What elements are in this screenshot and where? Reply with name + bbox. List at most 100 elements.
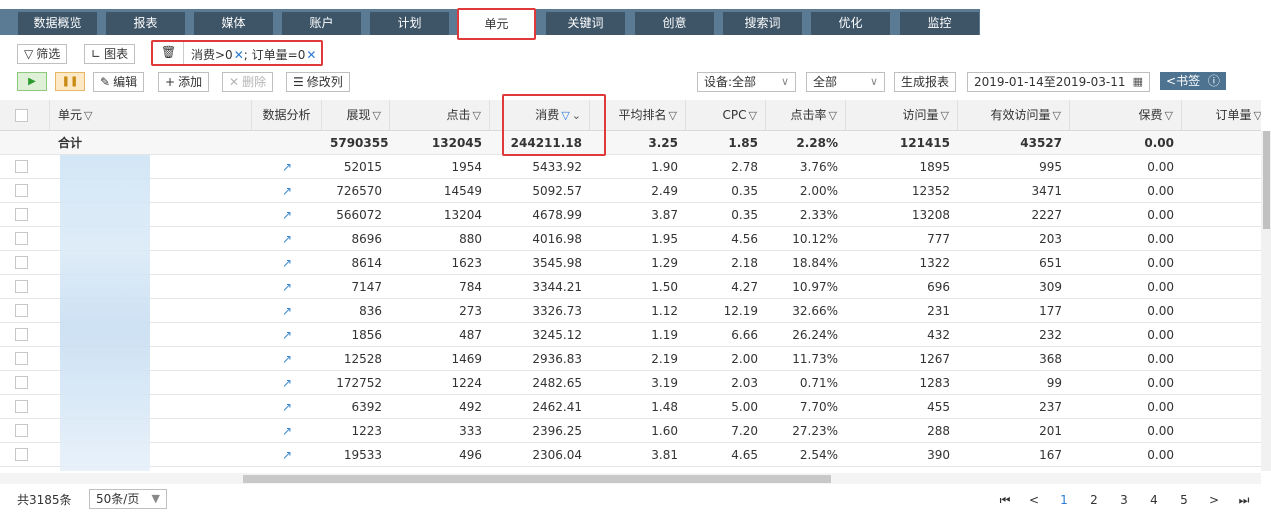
last-page-button[interactable]: ⏭ (1232, 491, 1256, 509)
tab-plan[interactable]: 计划 (370, 12, 449, 35)
trend-chart-icon[interactable]: ↗ (282, 208, 292, 222)
table-row[interactable]: ↗ 19533 496 2306.04 3.81 4.65 2.54% 390 167 0.00 (0, 443, 1261, 467)
row-checkbox[interactable] (15, 328, 28, 341)
pause-button[interactable]: ❚❚ (55, 72, 85, 91)
trend-chart-icon[interactable]: ↗ (282, 232, 292, 246)
table-row[interactable]: ↗ 52015 1954 5433.92 1.90 2.78 3.76% 1895 995 0.0… (0, 155, 1261, 179)
trend-chart-icon[interactable]: ↗ (282, 280, 292, 294)
trend-chart-icon[interactable]: ↗ (282, 448, 292, 462)
tab-media[interactable]: 媒体 (194, 12, 273, 35)
row-checkbox[interactable] (15, 160, 28, 173)
table-row[interactable]: ↗ 8614 1623 3545.98 1.29 2.18 18.84% 1322 651 0.0… (0, 251, 1261, 275)
next-page-button[interactable]: > (1202, 491, 1226, 509)
remove-filter-icon[interactable]: ✕ (306, 48, 316, 62)
vertical-scroll-thumb[interactable] (1263, 131, 1270, 229)
tab-creative[interactable]: 创意 (635, 12, 714, 35)
row-checkbox[interactable] (15, 184, 28, 197)
row-checkbox[interactable] (15, 208, 28, 221)
column-header-clicks[interactable]: 点击 ▽ (390, 100, 490, 130)
page-3[interactable]: 3 (1112, 491, 1136, 509)
table-row[interactable]: ↗ 726570 14549 5092.57 2.49 0.35 2.00% 12352 347… (0, 179, 1261, 203)
table-row[interactable]: ↗ 566072 13204 4678.99 3.87 0.35 2.33% 13208 222… (0, 203, 1261, 227)
column-filter-icon[interactable]: ▽ (561, 109, 569, 122)
column-header-valid-visits[interactable]: 有效访问量 ▽ (958, 100, 1070, 130)
prev-page-button[interactable]: < (1022, 491, 1046, 509)
trend-chart-icon[interactable]: ↗ (282, 184, 292, 198)
table-row[interactable]: ↗ 1223 333 2396.25 1.60 7.20 27.23% 288 201 0.00 (0, 419, 1261, 443)
column-filter-icon[interactable]: ▽ (829, 109, 837, 122)
trend-chart-icon[interactable]: ↗ (282, 400, 292, 414)
trend-chart-icon[interactable]: ↗ (282, 256, 292, 270)
tab-search-term[interactable]: 搜索词 (723, 12, 802, 35)
tab-optimize[interactable]: 优化 (811, 12, 890, 35)
table-row[interactable]: ↗ 7147 784 3344.21 1.50 4.27 10.97% 696 309 0.00 (0, 275, 1261, 299)
chart-button[interactable]: ∟ 图表 (84, 44, 136, 64)
column-filter-icon[interactable]: ▽ (1053, 109, 1061, 122)
table-row[interactable]: ↗ 6392 492 2462.41 1.48 5.00 7.70% 455 237 0.00 (0, 395, 1261, 419)
column-header-unit[interactable]: 单元 ▽ (50, 100, 252, 130)
tab-keyword[interactable]: 关键词 (546, 12, 625, 35)
row-checkbox[interactable] (15, 424, 28, 437)
edit-button[interactable]: ✎ 编辑 (93, 72, 145, 92)
column-filter-icon[interactable]: ▽ (1254, 109, 1261, 122)
date-range-picker[interactable]: 2019-01-14至2019-03-11 ▦ (967, 72, 1150, 92)
page-size-select[interactable]: 50条/页 ▼ (89, 489, 167, 509)
column-header-avg-rank[interactable]: 平均排名 ▽ (590, 100, 686, 130)
enable-button[interactable]: ▶ (17, 72, 47, 91)
trend-chart-icon[interactable]: ↗ (282, 160, 292, 174)
column-filter-icon[interactable]: ▽ (941, 109, 949, 122)
trend-chart-icon[interactable]: ↗ (282, 304, 292, 318)
row-checkbox[interactable] (15, 232, 28, 245)
trend-chart-icon[interactable]: ↗ (282, 424, 292, 438)
select-all-checkbox[interactable] (15, 109, 28, 122)
table-row[interactable]: ↗ 12528 1469 2936.83 2.19 2.00 11.73% 1267 368 0.… (0, 347, 1261, 371)
row-checkbox[interactable] (15, 448, 28, 461)
column-header-ctr[interactable]: 点击率 ▽ (766, 100, 846, 130)
column-header-visits[interactable]: 访问量 ▽ (846, 100, 958, 130)
column-header-orders[interactable]: 订单量▽ (1182, 100, 1261, 130)
delete-button[interactable]: ✕ 删除 (222, 72, 274, 92)
tab-report[interactable]: 报表 (106, 12, 185, 35)
device-select[interactable]: 设备:全部 ∨ (697, 72, 796, 92)
row-checkbox[interactable] (15, 256, 28, 269)
column-header-impressions[interactable]: 展现 ▽ (322, 100, 390, 130)
tab-overview[interactable]: 数据概览 (18, 12, 97, 35)
column-filter-icon[interactable]: ▽ (473, 109, 481, 122)
row-checkbox[interactable] (15, 304, 28, 317)
remove-filter-icon[interactable]: ✕ (234, 48, 244, 62)
tab-account[interactable]: 账户 (282, 12, 361, 35)
row-checkbox[interactable] (15, 352, 28, 365)
column-header-analysis[interactable]: 数据分析 (252, 100, 322, 130)
tab-unit[interactable]: 单元 (457, 8, 536, 40)
tab-monitor[interactable]: 监控 (900, 12, 979, 35)
scope-select[interactable]: 全部 ∨ (806, 72, 885, 92)
column-header-premium[interactable]: 保费 ▽ (1070, 100, 1182, 130)
trash-icon[interactable]: 🗑 (161, 45, 176, 59)
table-row[interactable]: ↗ 1856 487 3245.12 1.19 6.66 26.24% 432 232 0.00 (0, 323, 1261, 347)
trend-chart-icon[interactable]: ↗ (282, 328, 292, 342)
generate-report-button[interactable]: 生成报表 (894, 72, 957, 92)
table-row[interactable]: ↗ 172752 1224 2482.65 3.19 2.03 0.71% 1283 99 0.0… (0, 371, 1261, 395)
page-1[interactable]: 1 (1052, 491, 1076, 509)
column-filter-icon[interactable]: ▽ (1165, 109, 1173, 122)
first-page-button[interactable]: ⏮ (993, 491, 1017, 509)
column-filter-icon[interactable]: ▽ (669, 109, 677, 122)
trend-chart-icon[interactable]: ↗ (282, 352, 292, 366)
horizontal-scroll-thumb[interactable] (243, 475, 831, 483)
row-checkbox[interactable] (15, 280, 28, 293)
modify-columns-button[interactable]: ☰ 修改列 (286, 72, 350, 92)
column-filter-icon[interactable]: ▽ (84, 109, 92, 122)
column-filter-icon[interactable]: ▽ (749, 109, 757, 122)
bookmark-button[interactable]: <书签 ⓘ (1160, 72, 1226, 90)
column-filter-icon[interactable]: ▽ (373, 109, 381, 122)
page-4[interactable]: 4 (1142, 491, 1166, 509)
page-5[interactable]: 5 (1172, 491, 1196, 509)
column-header-cpc[interactable]: CPC ▽ (686, 100, 766, 130)
table-row[interactable]: ↗ 836 273 3326.73 1.12 12.19 32.66% 231 177 0.00 (0, 299, 1261, 323)
trend-chart-icon[interactable]: ↗ (282, 376, 292, 390)
row-checkbox[interactable] (15, 400, 28, 413)
page-2[interactable]: 2 (1082, 491, 1106, 509)
filter-button[interactable]: ▽ 筛选 (17, 44, 68, 64)
row-checkbox[interactable] (15, 376, 28, 389)
column-header-spend[interactable]: 消费 ▽ ⌄ (490, 100, 590, 130)
